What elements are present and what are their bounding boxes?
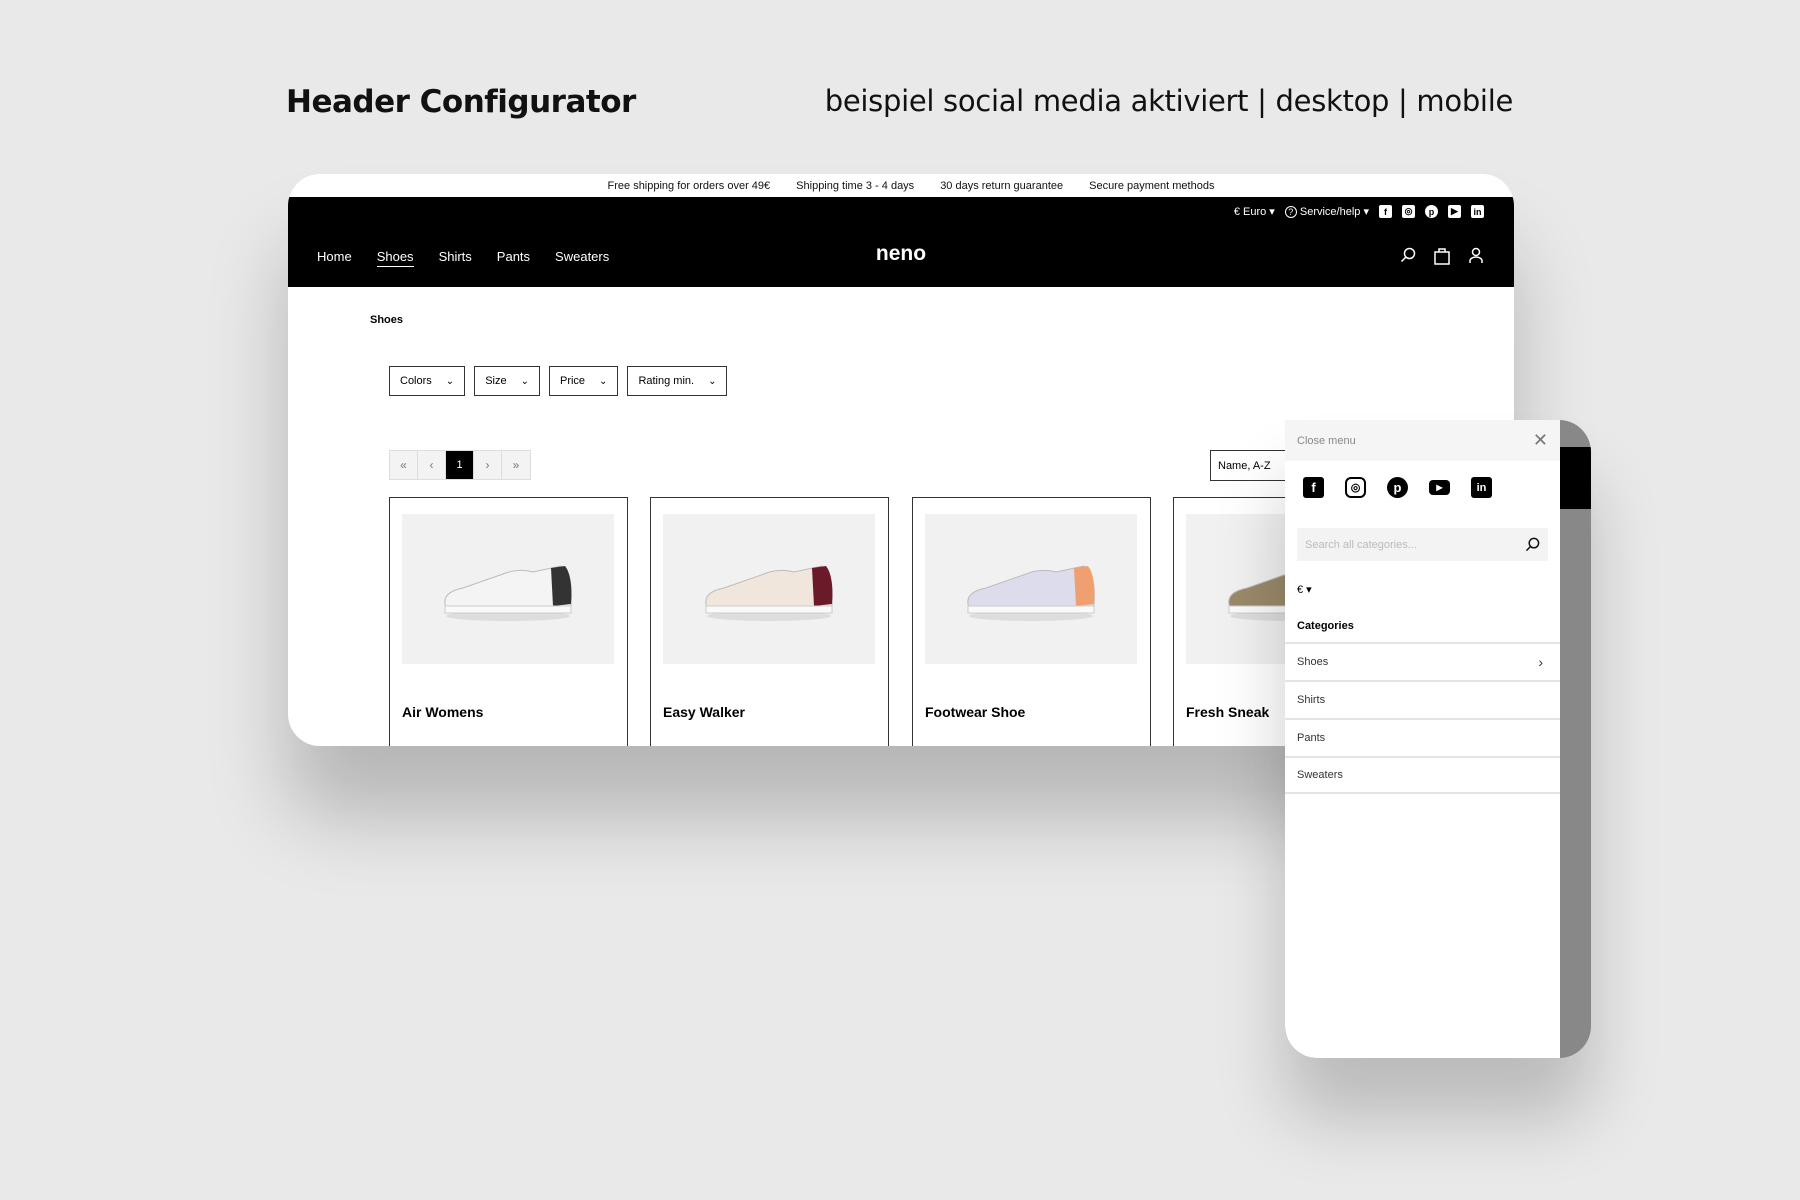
help-icon: ? — [1284, 206, 1297, 218]
filter-colors[interactable]: Colors ⌄ — [389, 366, 466, 396]
nav-shirts[interactable]: Shirts — [439, 249, 472, 267]
product-image[interactable] — [663, 514, 875, 664]
cart-icon[interactable] — [1434, 247, 1450, 265]
product-name[interactable]: Air Womens — [402, 704, 483, 720]
categories-heading: Categories — [1297, 620, 1354, 632]
chevron-right-icon: › — [1538, 654, 1543, 670]
pinterest-icon[interactable]: p — [1425, 205, 1438, 218]
product-card[interactable]: Air Womens — [389, 497, 628, 746]
product-image[interactable] — [925, 514, 1137, 664]
pinterest-icon[interactable]: p — [1387, 477, 1408, 498]
instagram-icon[interactable]: ◎ — [1402, 205, 1415, 218]
page-subtitle: beispiel social media aktiviert | deskto… — [824, 84, 1514, 118]
account-icon[interactable] — [1468, 247, 1484, 263]
filter-label: Size — [485, 375, 507, 387]
linkedin-icon[interactable]: in — [1471, 477, 1492, 498]
info-item: Shipping time 3 - 4 days — [796, 179, 915, 192]
currency-dropdown[interactable]: € Euro ▾ — [1234, 205, 1275, 218]
instagram-icon[interactable]: ◎ — [1345, 477, 1366, 498]
linkedin-icon[interactable]: in — [1471, 205, 1484, 218]
mobile-header-backdrop — [1560, 447, 1591, 509]
filter-rating[interactable]: Rating min. ⌄ — [627, 366, 728, 396]
info-item: Free shipping for orders over 49€ — [607, 179, 771, 192]
last-page-button[interactable]: » — [502, 451, 530, 479]
page-title: Header Configurator — [286, 84, 636, 120]
category-label: Shirts — [1297, 694, 1326, 706]
chevron-down-icon: ⌄ — [520, 375, 529, 387]
mobile-preview: Close menu ✕ f ◎ p ▶ in Search all catego… — [1285, 420, 1591, 1058]
close-icon[interactable]: ✕ — [1533, 430, 1548, 451]
info-item: 30 days return guarantee — [940, 179, 1064, 192]
search-placeholder: Search all categories... — [1305, 538, 1417, 551]
product-name[interactable]: Easy Walker — [663, 704, 745, 720]
filter-label: Colors — [400, 375, 432, 387]
breadcrumb[interactable]: Shoes — [370, 314, 403, 326]
nav-pants[interactable]: Pants — [497, 249, 530, 267]
product-name[interactable]: Fresh Sneak — [1186, 704, 1269, 720]
category-item-shoes[interactable]: Shoes › — [1285, 642, 1560, 680]
mobile-search-input[interactable]: Search all categories... — [1297, 528, 1548, 561]
facebook-icon[interactable]: f — [1379, 205, 1392, 218]
category-label: Shoes — [1297, 656, 1329, 668]
header: € Euro ▾ ? Service/help ▾ f ◎ p ▶ in Hom… — [288, 197, 1514, 287]
filter-label: Price — [559, 375, 586, 387]
currency-label: € — [1297, 584, 1304, 596]
close-menu-label: Close menu — [1297, 434, 1356, 447]
filter-label: Rating min. — [638, 375, 695, 387]
mobile-currency-dropdown[interactable]: € ▾ — [1285, 561, 1560, 596]
youtube-icon[interactable]: ▶ — [1448, 205, 1461, 218]
info-bar: Free shipping for orders over 49€ Shippi… — [288, 174, 1514, 197]
youtube-icon[interactable]: ▶ — [1429, 480, 1450, 495]
product-image[interactable] — [402, 514, 614, 664]
chevron-down-icon: ⌄ — [708, 375, 717, 387]
category-item-pants[interactable]: Pants — [1285, 718, 1560, 756]
logo[interactable]: neno — [876, 242, 926, 266]
service-label: Service/help — [1299, 206, 1361, 218]
product-card[interactable]: Footwear Shoe — [912, 497, 1151, 746]
search-icon[interactable] — [1525, 537, 1540, 552]
chevron-down-icon: ⌄ — [445, 375, 455, 387]
first-page-button[interactable]: « — [390, 451, 418, 479]
next-page-button[interactable]: › — [474, 451, 502, 479]
prev-page-button[interactable]: ‹ — [418, 451, 446, 479]
currency-label: € Euro — [1233, 206, 1267, 218]
nav-home[interactable]: Home — [317, 249, 352, 267]
service-dropdown[interactable]: ? Service/help ▾ — [1284, 205, 1369, 218]
category-item-shirts[interactable]: Shirts — [1285, 680, 1560, 718]
info-item: Secure payment methods — [1089, 179, 1215, 192]
category-label: Sweaters — [1297, 769, 1343, 781]
pagination: « ‹ 1 › » — [389, 450, 531, 480]
close-menu-bar[interactable]: Close menu ✕ — [1285, 420, 1560, 461]
category-label: Pants — [1297, 732, 1326, 744]
filter-size[interactable]: Size ⌄ — [474, 366, 540, 396]
facebook-icon[interactable]: f — [1303, 477, 1324, 498]
nav-shoes[interactable]: Shoes — [376, 249, 414, 267]
nav-sweaters[interactable]: Sweaters — [555, 249, 609, 267]
search-icon[interactable] — [1400, 247, 1416, 263]
chevron-down-icon: ⌄ — [599, 375, 608, 387]
mobile-menu: Close menu ✕ f ◎ p ▶ in Search all catego… — [1285, 420, 1560, 1058]
category-item-sweaters[interactable]: Sweaters — [1285, 756, 1560, 794]
page-1-button[interactable]: 1 — [446, 451, 474, 479]
product-name[interactable]: Footwear Shoe — [925, 704, 1025, 720]
product-card[interactable]: Easy Walker — [650, 497, 889, 746]
filter-price[interactable]: Price ⌄ — [548, 366, 619, 396]
